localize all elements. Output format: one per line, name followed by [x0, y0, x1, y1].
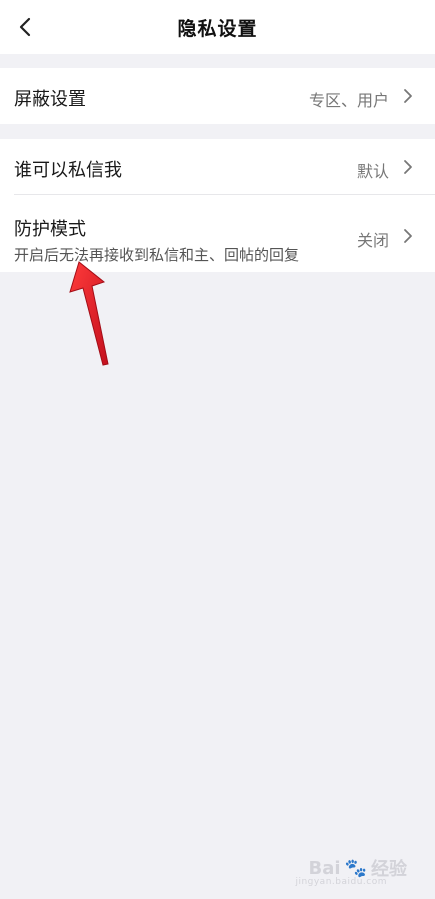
who-can-message-row[interactable]: 谁可以私信我 默认 — [0, 139, 435, 195]
watermark-url: jingyan.baidu.com — [295, 877, 387, 887]
back-button[interactable] — [10, 12, 40, 42]
who-can-message-label: 谁可以私信我 — [14, 160, 122, 181]
top-nav-bar: 隐私设置 — [0, 0, 435, 54]
block-settings-value: 专区、用户 — [308, 91, 389, 110]
protection-mode-label: 防护模式 — [14, 219, 86, 240]
protection-mode-description: 开启后无法再接收到私信和主、回帖的回复 — [14, 246, 300, 264]
annotation-arrow — [69, 261, 109, 366]
watermark-brand: Bai — [308, 857, 341, 879]
chevron-right-icon — [401, 160, 415, 174]
who-can-message-value: 默认 — [356, 162, 389, 181]
block-settings-label: 屏蔽设置 — [14, 89, 86, 110]
chevron-right-icon — [401, 229, 415, 243]
paw-icon: 🐾 — [344, 857, 367, 879]
baidu-jingyan-watermark: Bai 🐾 经验 jingyan.baidu.com — [295, 855, 407, 888]
privacy-settings-page: 隐私设置 屏蔽设置 专区、用户 谁可以私信我 默认 防护模式 开启后无法再接收到… — [0, 0, 435, 899]
block-settings-row[interactable]: 屏蔽设置 专区、用户 — [0, 68, 435, 124]
chevron-left-icon — [19, 17, 31, 37]
page-title: 隐私设置 — [177, 17, 258, 40]
protection-mode-row[interactable]: 防护模式 开启后无法再接收到私信和主、回帖的回复 关闭 — [0, 195, 435, 272]
protection-mode-value: 关闭 — [356, 231, 389, 250]
chevron-right-icon — [401, 89, 415, 103]
